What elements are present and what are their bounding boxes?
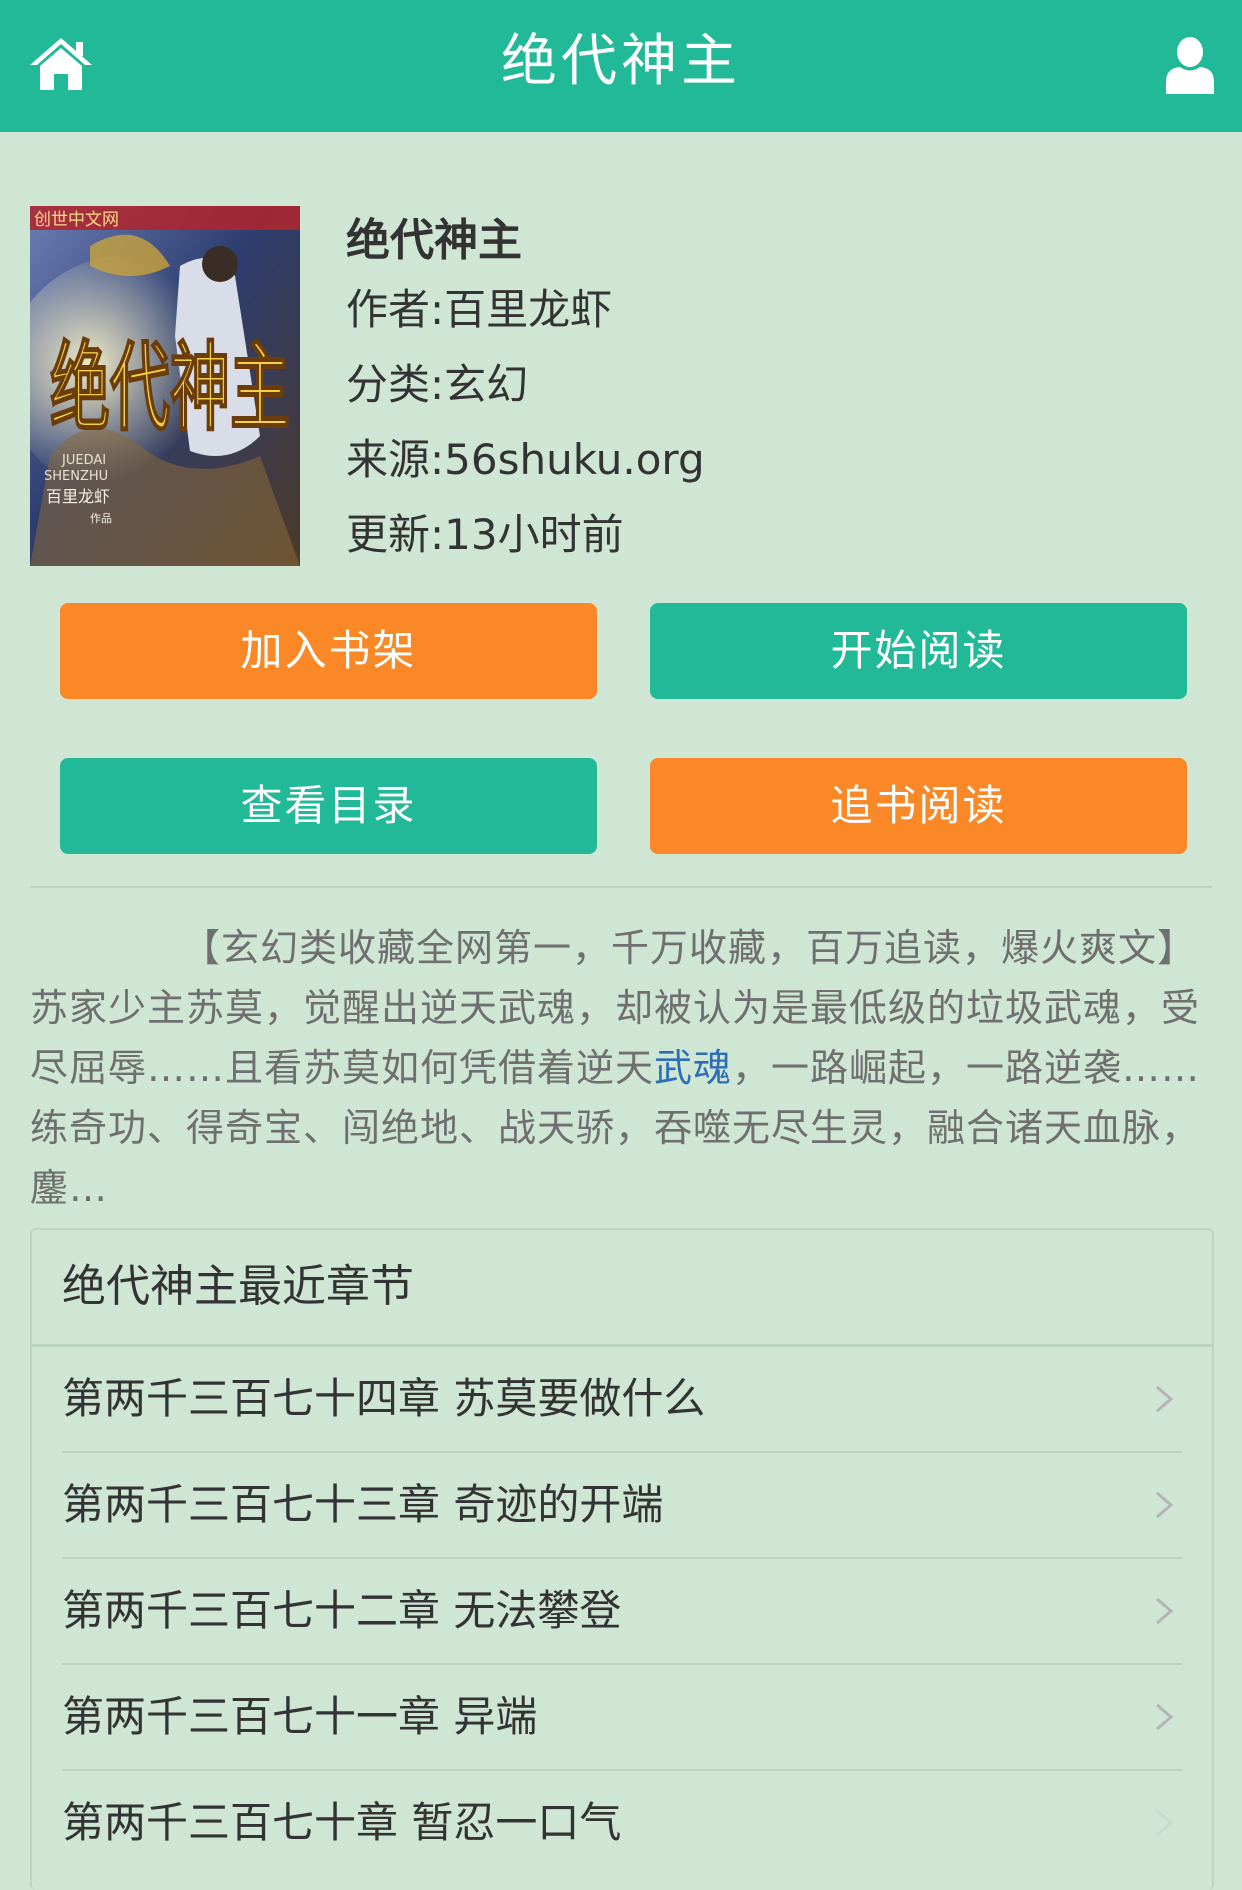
chapter-list-item[interactable]: 第两千三百七十一章 异端 [62,1665,1182,1771]
book-info: 绝代神主 作者:百里龙虾 分类:玄幻 来源:56shuku.org 更新:13小… [346,206,1206,572]
divider [30,886,1212,888]
chevron-right-icon [1156,1385,1174,1413]
book-description: 【玄幻类收藏全网第一，千万收藏，百万追读，爆火爽文】苏家少主苏莫，觉醒出逆天武魂… [30,918,1212,1218]
start-reading-button[interactable]: 开始阅读 [650,603,1187,699]
cover-title-art: 绝代神主 [50,331,290,444]
chapter-list-item[interactable]: 第两千三百七十二章 无法攀登 [62,1559,1182,1665]
latest-chapters-heading: 绝代神主最近章节 [32,1230,1212,1347]
book-cover-image[interactable]: 创世中文网 绝代神主 JUEDAI SHENZHU 百里龙虾 作品 [30,206,300,566]
chapter-title: 第两千三百七十三章 奇迹的开端 [62,1480,664,1529]
add-to-shelf-button[interactable]: 加入书架 [60,603,597,699]
book-author: 作者:百里龙虾 [346,285,613,334]
description-link-wuhun[interactable]: 武魂 [654,1046,732,1090]
view-catalog-button[interactable]: 查看目录 [60,758,597,854]
cover-pinyin-2: SHENZHU [44,469,108,484]
chevron-right-icon [1156,1809,1174,1837]
chapter-title: 第两千三百七十一章 异端 [62,1692,538,1741]
book-updated: 更新:13小时前 [346,510,624,559]
chevron-right-icon [1156,1597,1174,1625]
chevron-right-icon [1156,1703,1174,1731]
cover-by-mark: 作品 [90,512,112,525]
cover-author-mark: 百里龙虾 [46,487,110,506]
cover-pinyin-1: JUEDAI [61,453,106,468]
chapter-title: 第两千三百七十四章 苏莫要做什么 [62,1374,706,1423]
chapter-list-item[interactable]: 第两千三百七十章 暂忍一口气 [62,1771,1182,1875]
book-source: 来源:56shuku.org [346,435,705,484]
page-title: 绝代神主 [501,29,741,94]
cover-logo-text: 创世中文网 [34,210,119,230]
top-bar: 绝代神主 [0,0,1242,132]
book-title: 绝代神主 [346,215,522,266]
latest-chapters-panel: 绝代神主最近章节 第两千三百七十四章 苏莫要做什么 第两千三百七十三章 奇迹的开… [30,1228,1214,1890]
user-icon[interactable] [1164,36,1216,94]
chapter-title: 第两千三百七十章 暂忍一口气 [62,1798,622,1847]
chapter-list-item[interactable]: 第两千三百七十四章 苏莫要做什么 [62,1347,1182,1453]
chapter-title: 第两千三百七十二章 无法攀登 [62,1586,622,1635]
chapter-list-item[interactable]: 第两千三百七十三章 奇迹的开端 [62,1453,1182,1559]
book-category: 分类:玄幻 [346,360,529,409]
chevron-right-icon [1156,1491,1174,1519]
follow-reading-button[interactable]: 追书阅读 [650,758,1187,854]
